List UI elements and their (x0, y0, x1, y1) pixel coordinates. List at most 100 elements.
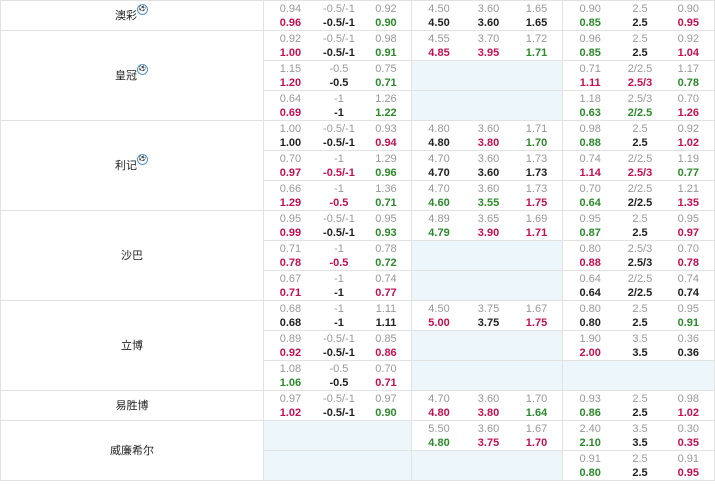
odds-value: 0.63 (579, 106, 601, 119)
odds-value: 1.70 (525, 392, 548, 405)
odds-value: 4.80 (428, 122, 450, 135)
over-under-odds: 0.80 2.5/3 0.70 0.88 2.5/3 0.78 (562, 240, 715, 271)
company-name[interactable]: 威廉希尔 (110, 444, 154, 458)
odds-value: 1.04 (677, 46, 700, 59)
odds-value: 2.5/3 (627, 92, 653, 105)
opening-odds: 0.70 2/2.5 1.21 (564, 182, 714, 196)
odds-value: 2.5 (632, 212, 648, 225)
odds-value: -0.5/-1 (323, 212, 355, 225)
odds-value: -1 (334, 92, 344, 105)
current-odds: 0.80 2.5 0.95 (564, 466, 714, 480)
odds-value: 0.64 (579, 286, 601, 299)
odds-value: 1.22 (375, 106, 397, 119)
current-odds: 1.02 -0.5/-1 0.90 (265, 406, 411, 420)
current-odds: 0.71 -1 0.77 (265, 286, 411, 300)
odds-value: 4.55 (428, 32, 450, 45)
opening-odds: 0.71 -1 0.78 (265, 242, 411, 256)
odds-value: 2.10 (579, 436, 601, 449)
odds-value: 0.78 (375, 242, 397, 255)
odds-value: -1 (334, 316, 344, 329)
odds-value: 0.99 (279, 226, 302, 239)
odds-value: -0.5/-1 (323, 122, 355, 135)
current-odds: 0.96 -0.5/-1 0.90 (265, 16, 411, 30)
odds-row: 沙巴 0.95 -0.5/-1 0.95 0.99 -0.5/-1 0.93 4.89 3.65… (0, 210, 715, 301)
company-cell: 威廉希尔 (0, 420, 264, 481)
odds-value: 2/2.5 (627, 286, 653, 299)
opening-odds: 5.50 3.60 1.67 (413, 422, 562, 436)
odds-value: 3.55 (477, 196, 500, 209)
odds-value: 1.02 (677, 136, 700, 149)
current-odds: 1.06 -0.5 0.71 (265, 376, 411, 390)
opening-odds: 4.70 3.60 1.73 (413, 182, 562, 196)
european-odds: 4.80 3.60 1.71 4.80 3.80 1.70 (411, 120, 563, 151)
european-odds-empty (411, 240, 563, 271)
odds-value: 0.64 (279, 92, 302, 105)
opening-odds: 1.08 -0.5 0.70 (265, 362, 411, 376)
soccer-ball-icon: ⚽ (137, 153, 148, 165)
odds-value: 1.15 (279, 62, 302, 75)
current-odds: 0.88 2.5/3 0.78 (564, 256, 714, 270)
company-name[interactable]: 立博 (121, 339, 143, 353)
odds-value: 1.26 (677, 106, 700, 119)
odds-value: 3.75 (477, 302, 500, 315)
opening-odds: 0.89 -0.5/-1 0.85 (265, 332, 411, 346)
odds-value: 2.5/3 (627, 76, 653, 89)
odds-value: 1.19 (677, 152, 700, 165)
current-odds: 0.64 2/2.5 0.74 (564, 286, 714, 300)
opening-odds: 0.94 -0.5/-1 0.92 (265, 2, 411, 16)
company-label: 利记 (115, 159, 137, 172)
odds-value: -1 (334, 302, 344, 315)
european-odds-empty (411, 330, 563, 361)
over-under-odds: 2.40 3.5 0.30 2.10 3.5 0.35 (562, 420, 715, 451)
odds-value: 0.97 (375, 392, 397, 405)
odds-value: 0.97 (677, 226, 700, 239)
odds-value: 3.75 (477, 316, 500, 329)
odds-value: 3.80 (477, 136, 500, 149)
odds-value: 1.73 (525, 182, 548, 195)
opening-odds: 0.66 -1 1.36 (265, 182, 411, 196)
odds-value: 0.95 (579, 212, 601, 225)
odds-value: 0.68 (279, 316, 302, 329)
over-under-odds: 0.96 2.5 0.92 0.85 2.5 1.04 (562, 30, 715, 61)
over-under-odds: 1.90 3.5 0.36 2.00 3.5 0.36 (562, 330, 715, 361)
odds-value: -1 (334, 286, 344, 299)
odds-value: 0.94 (279, 2, 302, 15)
soccer-ball-icon: ⚽ (137, 3, 148, 15)
odds-value: 4.85 (428, 46, 450, 59)
company-name[interactable]: 沙巴 (121, 249, 143, 263)
odds-value: 2.5 (632, 466, 648, 479)
odds-value: 0.30 (677, 422, 700, 435)
odds-value: 0.36 (677, 346, 700, 359)
odds-value: -0.5/-1 (323, 332, 355, 345)
odds-value: 0.94 (375, 136, 397, 149)
asian-handicap-odds: 0.68 -1 1.11 0.68 -1 1.11 (263, 300, 412, 331)
company-name[interactable]: 澳彩 ⚽ (115, 3, 148, 23)
odds-value: 0.90 (375, 406, 397, 419)
current-odds: 1.20 -0.5 0.71 (265, 76, 411, 90)
odds-value: 2.40 (579, 422, 601, 435)
opening-odds: 0.95 2.5 0.95 (564, 212, 714, 226)
odds-value: 2/2.5 (627, 106, 653, 119)
odds-value: 1.00 (279, 46, 302, 59)
company-name[interactable]: 皇冠 ⚽ (115, 63, 148, 83)
odds-value: 2.5 (632, 452, 648, 465)
opening-odds: 4.80 3.60 1.71 (413, 122, 562, 136)
odds-value: 0.77 (375, 286, 397, 299)
over-under-odds: 0.74 2/2.5 1.19 1.14 2.5/3 0.77 (562, 150, 715, 181)
over-under-odds: 0.64 2/2.5 0.74 0.64 2/2.5 0.74 (562, 270, 715, 301)
odds-value: 2.5 (632, 16, 648, 29)
odds-value: 0.64 (579, 196, 601, 209)
odds-value: 0.36 (677, 332, 700, 345)
odds-value: 0.71 (375, 196, 397, 209)
company-name[interactable]: 易胜博 (116, 399, 149, 413)
asian-handicap-odds: 0.70 -1 1.29 0.97 -0.5/-1 0.96 (263, 150, 412, 181)
odds-value: 0.85 (579, 46, 601, 59)
odds-value: 2/2.5 (627, 196, 653, 209)
odds-value: 1.29 (279, 196, 302, 209)
asian-handicap-odds: 0.64 -1 1.26 0.69 -1 1.22 (263, 90, 412, 121)
company-name[interactable]: 利记 ⚽ (115, 153, 148, 173)
asian-handicap-odds: 1.15 -0.5 0.75 1.20 -0.5 0.71 (263, 60, 412, 91)
current-odds: 0.87 2.5 0.97 (564, 226, 714, 240)
odds-value: 4.70 (428, 152, 450, 165)
opening-odds: 0.93 2.5 0.98 (564, 392, 714, 406)
